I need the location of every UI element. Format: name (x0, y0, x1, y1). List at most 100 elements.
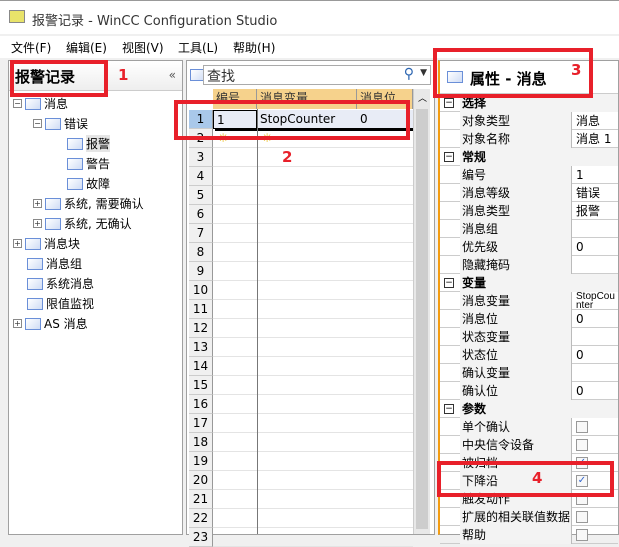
property-section[interactable]: − 参数 (440, 400, 618, 418)
expander-icon[interactable]: − (13, 99, 22, 108)
row-line (213, 527, 413, 528)
tree-item-label: AS 消息 (44, 317, 88, 331)
property-row: 确认变量 (440, 364, 618, 382)
row-header[interactable]: 23 (189, 528, 213, 547)
property-section[interactable]: − 变量 (440, 274, 618, 292)
property-row: 消息组 (440, 220, 618, 238)
section-label: 变量 (460, 274, 618, 292)
property-value[interactable]: 错误 (574, 184, 618, 202)
property-value[interactable]: 0 (574, 310, 618, 328)
collapse-icon[interactable]: − (444, 152, 454, 162)
app-icon (9, 10, 25, 23)
property-value[interactable]: StopCounter (574, 292, 618, 311)
menu-help[interactable]: 帮助(H) (233, 39, 275, 56)
property-checkbox[interactable] (576, 421, 588, 433)
tree-item[interactable]: 系统消息 (13, 275, 94, 292)
row-header[interactable]: 15 (189, 376, 213, 395)
property-label: 帮助 (460, 526, 572, 544)
row-header[interactable]: 3 (189, 148, 213, 167)
message-icon (25, 97, 41, 110)
property-label: 对象类型 (460, 112, 572, 130)
tree-item-label: 消息 (44, 97, 69, 111)
tree-item[interactable]: − 错误 (33, 115, 88, 132)
row-header[interactable]: 7 (189, 224, 213, 243)
collapse-button[interactable]: « (169, 68, 176, 82)
row-header[interactable]: 21 (189, 490, 213, 509)
search-icon[interactable]: ⚲ (404, 66, 414, 82)
row-header[interactable]: 14 (189, 357, 213, 376)
tree-item[interactable]: + 系统, 无确认 (33, 215, 132, 232)
property-checkbox[interactable] (576, 529, 588, 541)
annotation-box-4 (437, 461, 614, 497)
row-line (213, 508, 413, 509)
search-input[interactable]: 查找 ⚲ ▼ (203, 65, 431, 85)
property-value[interactable]: 报警 (574, 202, 618, 220)
tree-item[interactable]: 报警 (53, 135, 111, 152)
tree-item[interactable]: 限值监视 (13, 295, 94, 312)
row-header[interactable]: 17 (189, 414, 213, 433)
expander-icon[interactable]: − (33, 119, 42, 128)
row-header[interactable]: 10 (189, 281, 213, 300)
row-header[interactable]: 9 (189, 262, 213, 281)
row-header[interactable]: 12 (189, 319, 213, 338)
tree-item-label: 错误 (64, 117, 89, 131)
tree-item[interactable]: − 消息 (13, 95, 68, 112)
tree-item[interactable]: + AS 消息 (13, 315, 88, 332)
tree-item[interactable]: 故障 (53, 175, 110, 192)
menu-view[interactable]: 视图(V) (122, 39, 164, 56)
row-header[interactable]: 18 (189, 433, 213, 452)
property-label: 消息组 (460, 220, 572, 238)
tree-item[interactable]: + 消息块 (13, 235, 80, 252)
collapse-icon[interactable]: − (444, 278, 454, 288)
property-row: 编号 1 (440, 166, 618, 184)
row-header[interactable]: 5 (189, 186, 213, 205)
row-header[interactable]: 4 (189, 167, 213, 186)
row-header[interactable]: 8 (189, 243, 213, 262)
property-value[interactable]: 0 (574, 238, 618, 256)
row-header[interactable]: 6 (189, 205, 213, 224)
property-label: 消息等级 (460, 184, 572, 202)
collapse-icon[interactable]: − (444, 98, 454, 108)
property-checkbox[interactable] (576, 439, 588, 451)
menu-edit[interactable]: 编辑(E) (66, 39, 107, 56)
collapse-icon[interactable]: − (444, 404, 454, 414)
property-row: 消息变量 StopCounter (440, 292, 618, 311)
column-divider (257, 109, 258, 534)
tree-item[interactable]: 警告 (53, 155, 110, 172)
property-label: 编号 (460, 166, 572, 184)
row-header[interactable]: 16 (189, 395, 213, 414)
row-header[interactable]: 22 (189, 509, 213, 528)
expander-icon[interactable]: + (13, 239, 22, 248)
property-label: 确认变量 (460, 364, 572, 382)
menu-file[interactable]: 文件(F) (11, 39, 51, 56)
annotation-label-1: 1 (118, 66, 129, 84)
property-row: 对象类型 消息 (440, 112, 618, 130)
property-value[interactable]: 0 (574, 346, 618, 364)
vertical-scrollbar[interactable]: ︿ (413, 89, 430, 534)
property-value[interactable]: 1 (574, 166, 618, 184)
property-label: 状态变量 (460, 328, 572, 346)
message-icon (67, 157, 83, 170)
expander-icon[interactable]: + (33, 219, 42, 228)
property-row: 扩展的相关联值数据 (440, 508, 618, 526)
property-label: 单个确认 (460, 418, 572, 436)
row-line (213, 337, 413, 338)
row-header[interactable]: 11 (189, 300, 213, 319)
property-value[interactable]: 消息 (574, 112, 618, 130)
row-header[interactable]: 13 (189, 338, 213, 357)
property-label: 对象名称 (460, 130, 572, 148)
row-header[interactable]: 20 (189, 471, 213, 490)
property-value[interactable]: 消息 1 (574, 130, 618, 148)
search-placeholder: 查找 (207, 69, 235, 85)
property-checkbox[interactable] (576, 511, 588, 523)
dropdown-icon[interactable]: ▼ (420, 68, 427, 78)
property-section[interactable]: − 常规 (440, 148, 618, 166)
tree-item[interactable]: + 系统, 需要确认 (33, 195, 144, 212)
tree-item[interactable]: 消息组 (13, 255, 82, 272)
property-value[interactable]: 0 (574, 382, 618, 400)
expander-icon[interactable]: + (33, 199, 42, 208)
menu-tools[interactable]: 工具(L) (178, 39, 218, 56)
property-row: 中央信令设备 (440, 436, 618, 454)
expander-icon[interactable]: + (13, 319, 22, 328)
row-header[interactable]: 19 (189, 452, 213, 471)
